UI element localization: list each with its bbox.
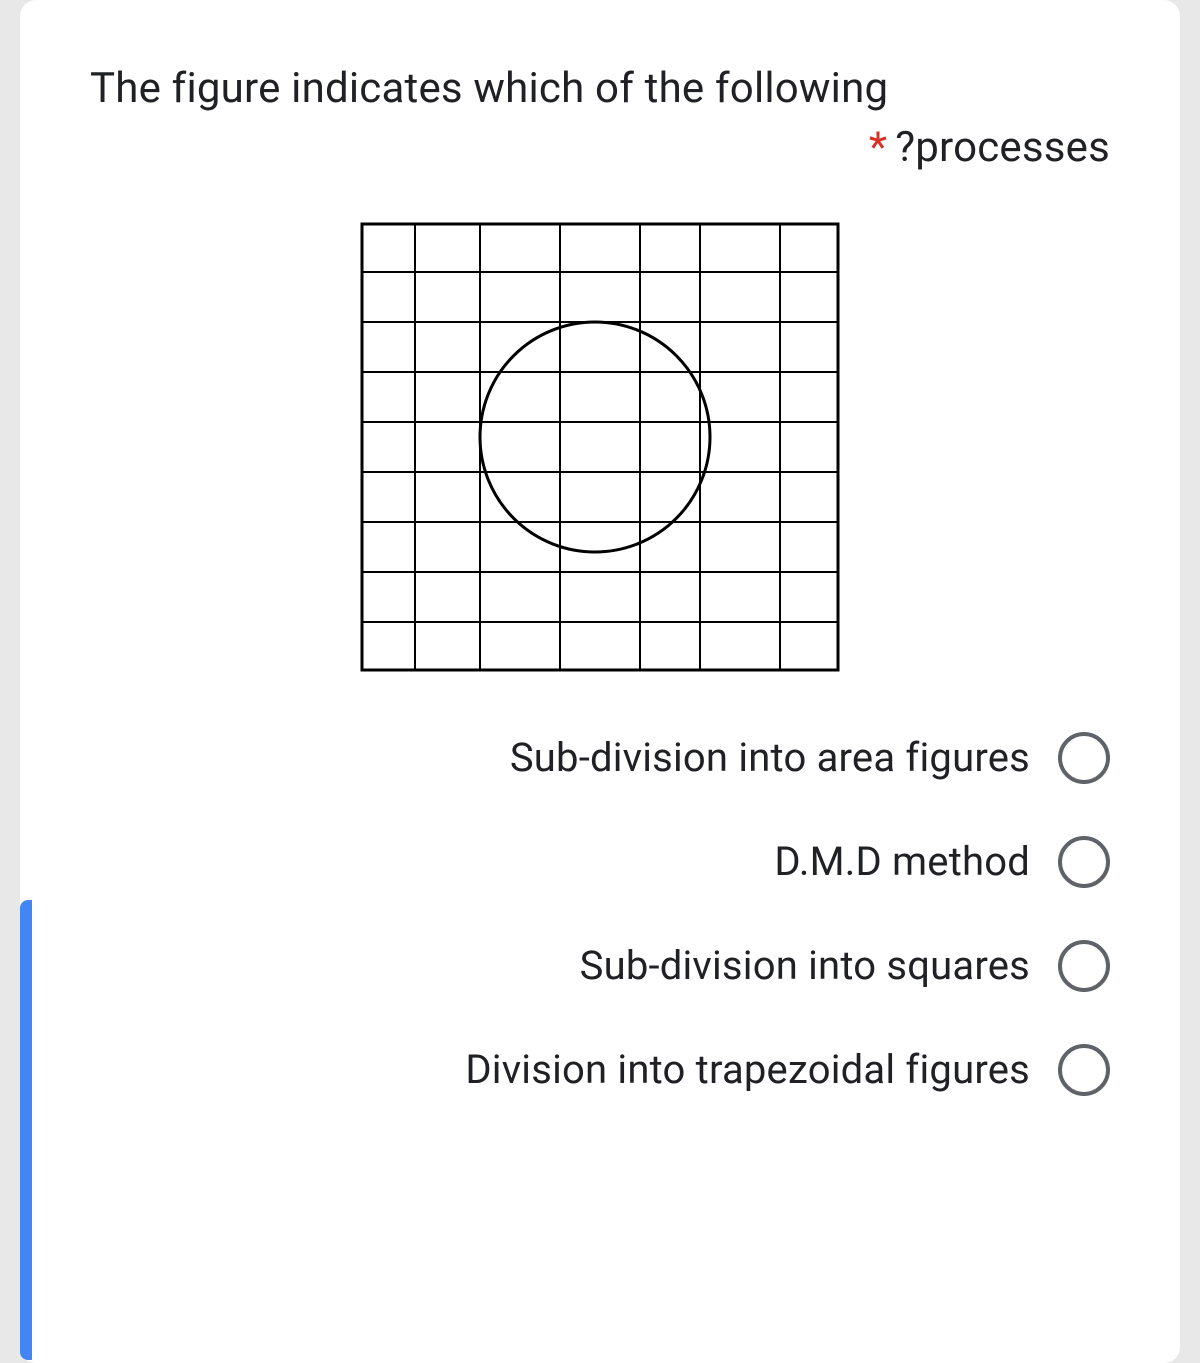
question-block: The figure indicates which of the follow… bbox=[90, 60, 1110, 172]
option-row[interactable]: Division into trapezoidal figures bbox=[90, 1044, 1110, 1096]
option-label: D.M.D method bbox=[774, 838, 1030, 885]
option-label: Sub-division into squares bbox=[580, 942, 1030, 989]
question-line1: The figure indicates which of the follow… bbox=[90, 60, 1110, 119]
radio-button-icon[interactable] bbox=[1058, 836, 1110, 888]
active-indicator-bar bbox=[20, 900, 32, 1360]
radio-button-icon[interactable] bbox=[1058, 732, 1110, 784]
grid-circle-figure bbox=[360, 222, 840, 672]
radio-button-icon[interactable] bbox=[1058, 1044, 1110, 1096]
option-label: Sub-division into area figures bbox=[510, 734, 1030, 781]
option-row[interactable]: Sub-division into area figures bbox=[90, 732, 1110, 784]
required-asterisk: * bbox=[869, 123, 887, 172]
question-line2: *?processes bbox=[90, 123, 1110, 172]
radio-button-icon[interactable] bbox=[1058, 940, 1110, 992]
question-line2-text: ?processes bbox=[895, 123, 1110, 172]
form-card: The figure indicates which of the follow… bbox=[20, 0, 1180, 1363]
option-label: Division into trapezoidal figures bbox=[465, 1046, 1030, 1093]
option-row[interactable]: D.M.D method bbox=[90, 836, 1110, 888]
option-row[interactable]: Sub-division into squares bbox=[90, 940, 1110, 992]
figure-container bbox=[90, 222, 1110, 672]
options-container: Sub-division into area figures D.M.D met… bbox=[90, 732, 1110, 1096]
